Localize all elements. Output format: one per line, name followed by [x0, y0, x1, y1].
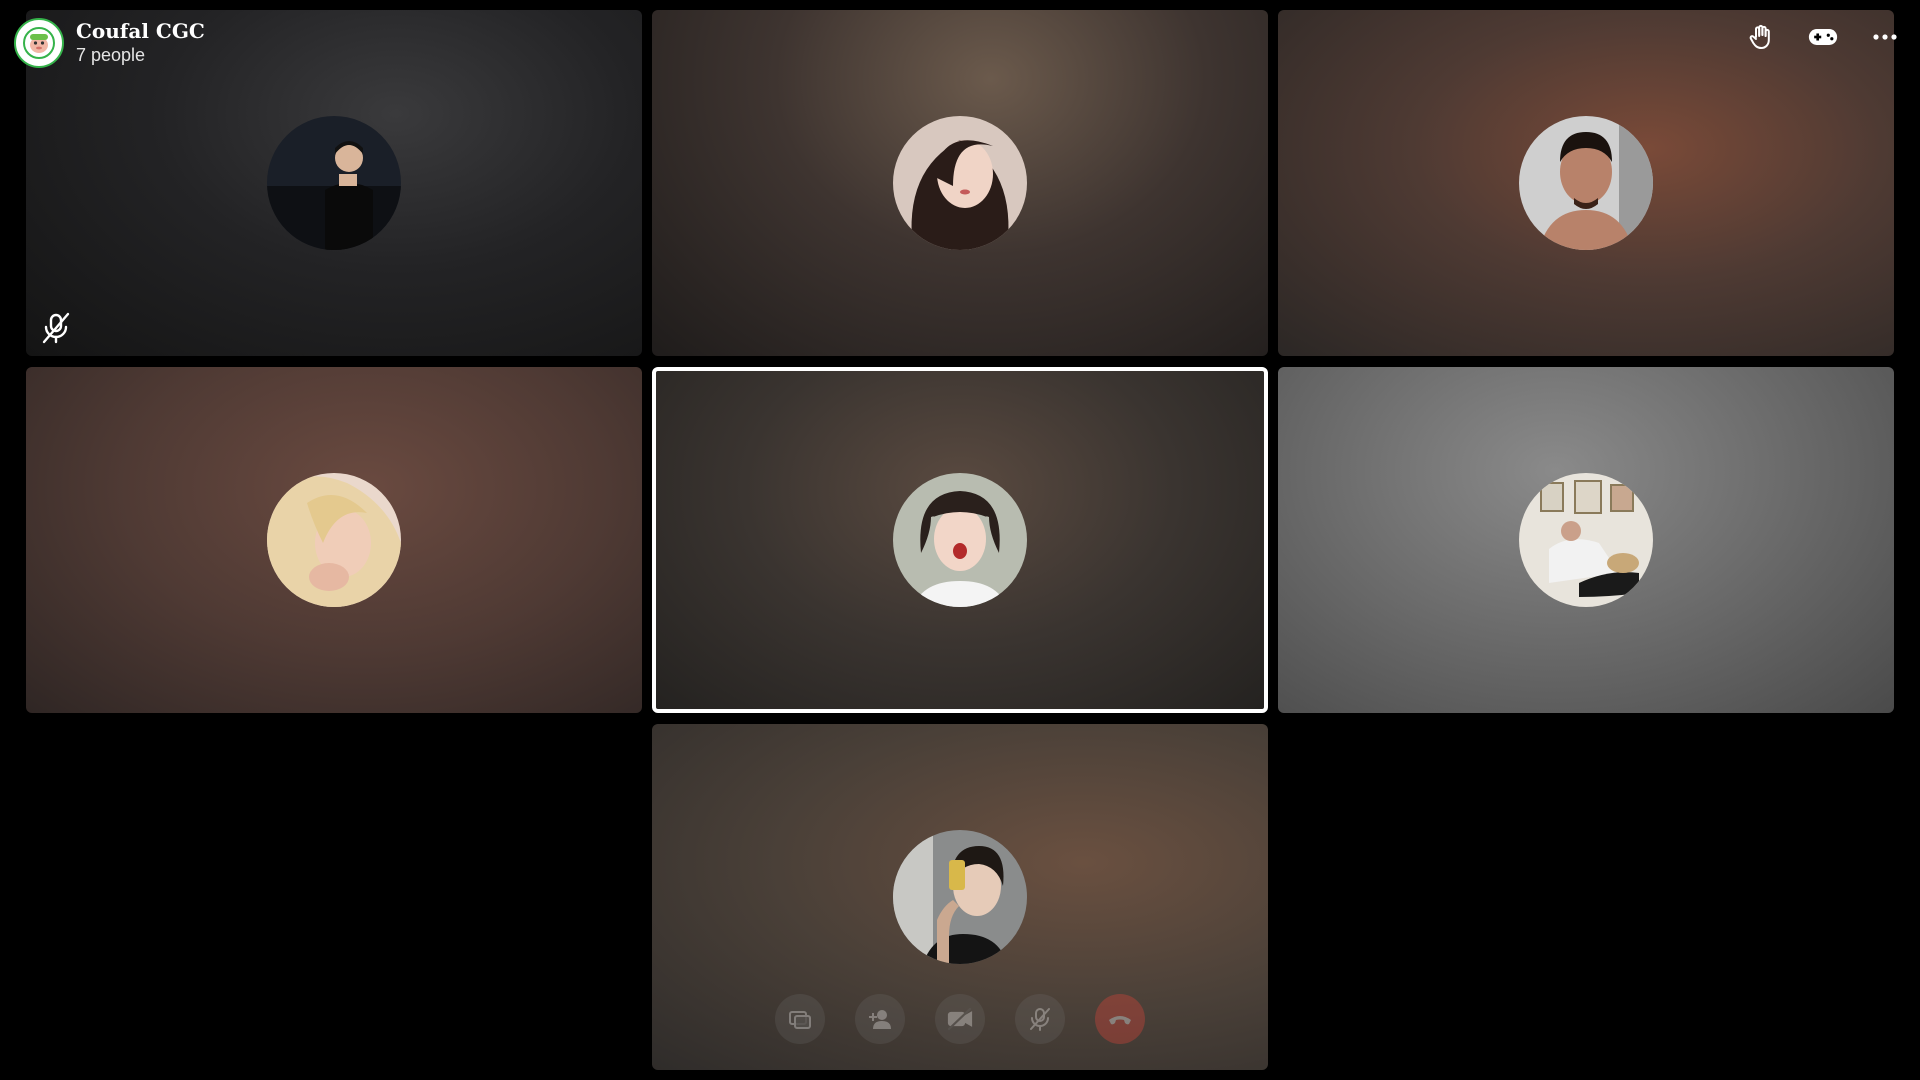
- more-icon[interactable]: [1870, 22, 1900, 52]
- participant-avatar: [893, 830, 1027, 964]
- group-name: Coufal CGC: [76, 19, 205, 43]
- participant-tile[interactable]: [652, 10, 1268, 356]
- participant-tile-active[interactable]: [652, 367, 1268, 713]
- mic-muted-icon: [38, 310, 74, 346]
- share-screen-icon[interactable]: [775, 994, 825, 1044]
- participant-tile[interactable]: [1278, 10, 1894, 356]
- participant-avatar: [893, 116, 1027, 250]
- call-header: Coufal CGC 7 people: [14, 18, 205, 68]
- participant-avatar: [267, 116, 401, 250]
- raise-hand-icon[interactable]: [1746, 22, 1776, 52]
- participant-tile[interactable]: [1278, 367, 1894, 713]
- top-actions: [1746, 22, 1900, 52]
- participant-avatar: [1519, 473, 1653, 607]
- participant-tile[interactable]: [652, 724, 1268, 1070]
- participant-avatar: [267, 473, 401, 607]
- video-call-window: Coufal CGC 7 people: [0, 0, 1920, 1080]
- mic-off-icon[interactable]: [1015, 994, 1065, 1044]
- call-controls: [652, 994, 1268, 1044]
- member-count: 7 people: [76, 45, 146, 65]
- gamepad-icon[interactable]: [1808, 22, 1838, 52]
- camera-off-icon[interactable]: [935, 994, 985, 1044]
- participant-avatar: [1519, 116, 1653, 250]
- participant-tile[interactable]: [26, 367, 642, 713]
- participant-avatar: [893, 473, 1027, 607]
- end-call-icon[interactable]: [1095, 994, 1145, 1044]
- add-person-icon[interactable]: [855, 994, 905, 1044]
- group-avatar[interactable]: [14, 18, 64, 68]
